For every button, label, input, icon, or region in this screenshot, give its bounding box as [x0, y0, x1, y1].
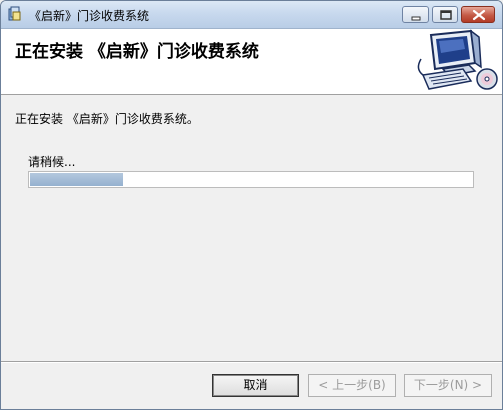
cancel-button[interactable]: 取消	[212, 374, 299, 397]
maximize-icon	[440, 10, 452, 20]
minimize-button[interactable]	[402, 6, 429, 23]
close-icon	[472, 9, 486, 21]
wizard-header: 正在安装 《启新》门诊收费系统	[1, 29, 502, 95]
maximize-button[interactable]	[432, 6, 458, 23]
computer-cd-icon	[417, 29, 498, 90]
progress-bar	[28, 171, 474, 188]
footer-divider	[1, 361, 502, 363]
minimize-icon	[411, 16, 421, 21]
installer-window: 《启新》门诊收费系统 正在安装 《启新》门诊收费系统 正在安装 《启新》门诊收费…	[0, 0, 503, 410]
title-bar[interactable]: 《启新》门诊收费系统	[1, 1, 502, 29]
status-text: 正在安装 《启新》门诊收费系统。	[15, 112, 199, 126]
window-title: 《启新》门诊收费系统	[29, 9, 150, 23]
installer-icon	[7, 6, 23, 22]
wait-label: 请稍候...	[28, 155, 76, 169]
page-title: 正在安装 《启新》门诊收费系统	[15, 42, 259, 62]
next-button[interactable]: 下一步(N) >	[404, 374, 492, 397]
close-button[interactable]	[461, 6, 495, 23]
progress-fill	[30, 173, 123, 186]
back-button[interactable]: < 上一步(B)	[308, 374, 396, 397]
